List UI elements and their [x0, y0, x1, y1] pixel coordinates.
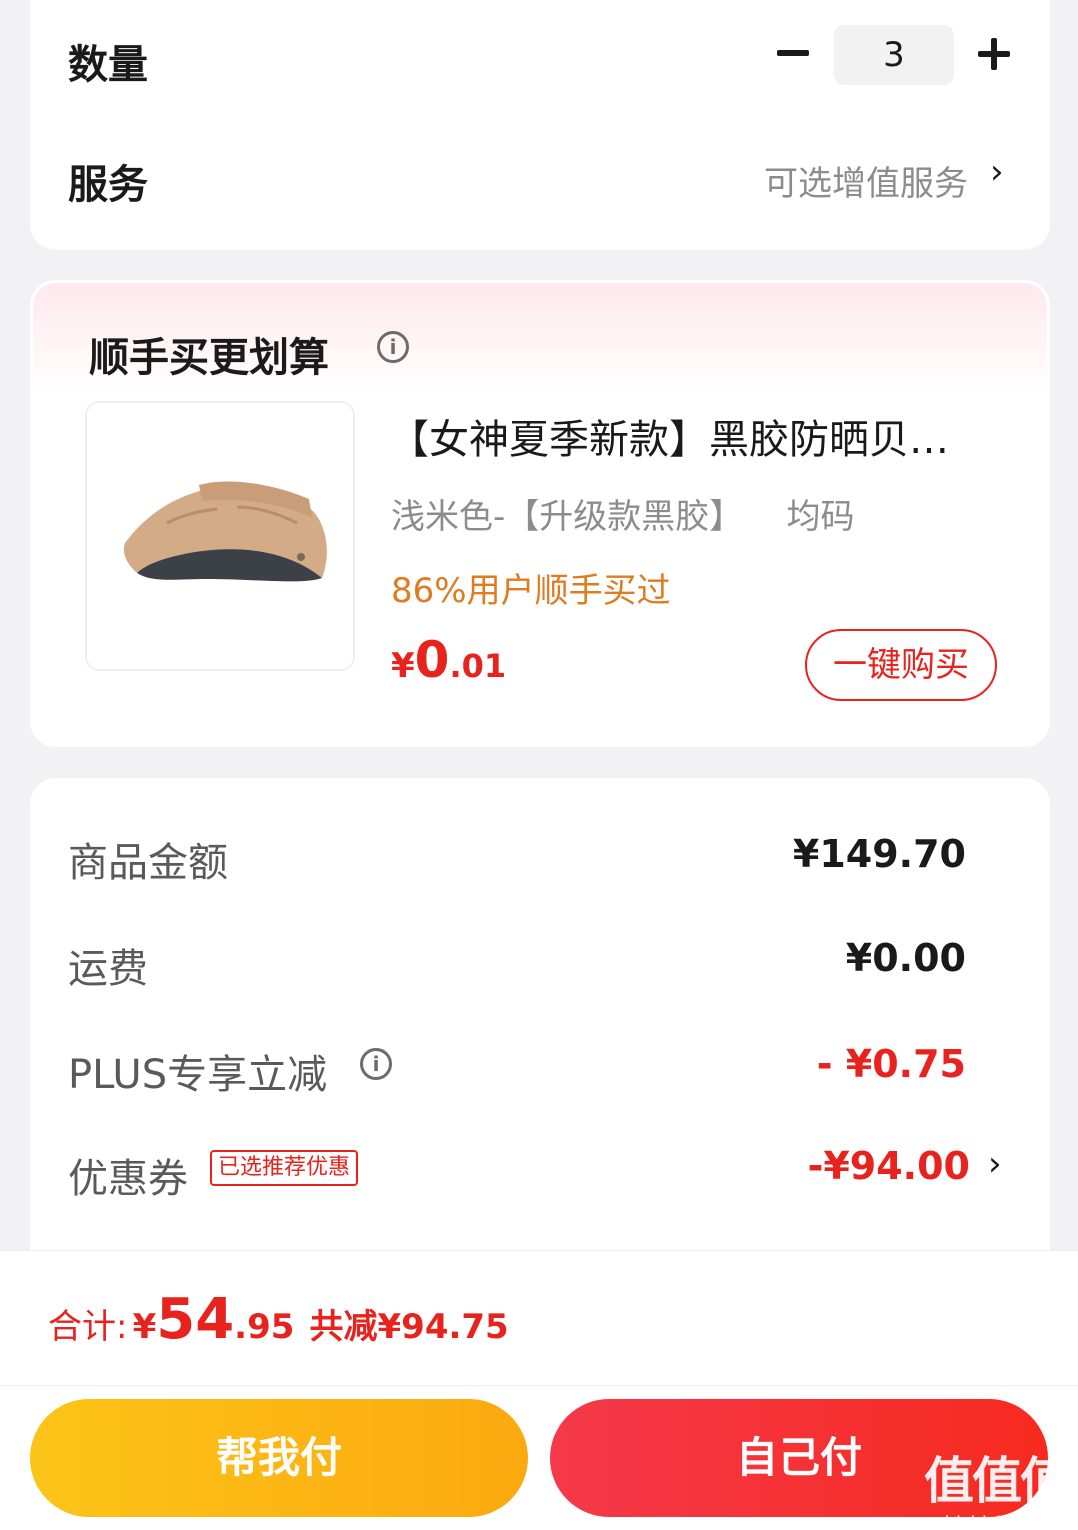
- shipping-value: ¥0.00: [845, 936, 966, 980]
- quantity-input[interactable]: 3: [834, 25, 954, 85]
- quantity-minus-button[interactable]: [777, 50, 809, 56]
- one-click-buy-button[interactable]: 一键购买: [805, 629, 997, 701]
- chevron-right-icon[interactable]: ›: [990, 152, 1004, 192]
- order-page: 数量 3 服务 可选增值服务 › 顺手买更划算 i 【女神夏季新款】黑胶防晒贝……: [0, 0, 1078, 1530]
- total-currency: ¥: [132, 1307, 157, 1347]
- quantity-service-card: 数量 3 服务 可选增值服务 ›: [30, 0, 1050, 250]
- coupon-label: 优惠券: [68, 1156, 188, 1202]
- product-image[interactable]: [85, 401, 355, 671]
- total-decimal: .95: [234, 1307, 295, 1347]
- watermark-logo: 值值值 zhizhizhi.com: [924, 1441, 1070, 1530]
- service-label: 服务: [68, 162, 148, 208]
- price-integer: 0: [414, 631, 450, 689]
- quantity-label: 数量: [68, 42, 148, 88]
- info-icon[interactable]: i: [360, 1048, 392, 1080]
- chevron-right-icon[interactable]: ›: [988, 1144, 1002, 1184]
- goods-amount-value: ¥149.70: [792, 832, 966, 876]
- help-me-pay-button[interactable]: 帮我付: [30, 1399, 528, 1517]
- divider: [0, 1385, 1078, 1386]
- product-price: ¥0.01: [391, 631, 506, 689]
- total-integer: 54: [156, 1287, 235, 1352]
- goods-amount-label: 商品金额: [68, 840, 228, 886]
- product-spec: 浅米色-【升级款黑胶】 均码: [391, 497, 855, 537]
- plus-discount-label: PLUS专享立减: [68, 1052, 328, 1098]
- service-option-link[interactable]: 可选增值服务: [764, 156, 968, 205]
- quantity-plus-button[interactable]: [978, 38, 1010, 70]
- bundle-title: 顺手买更划算: [89, 335, 329, 381]
- bundle-offer-card: 顺手买更划算 i 【女神夏季新款】黑胶防晒贝… 浅米色-【升级款黑胶】 均码 8…: [30, 280, 1050, 747]
- price-decimal: .01: [449, 647, 507, 685]
- watermark-sub: zhizhizhi.com: [935, 1513, 1057, 1530]
- shipping-label: 运费: [68, 946, 148, 992]
- purchase-stat: 86%用户顺手买过: [391, 571, 671, 611]
- total-saved: 共减¥94.75: [309, 1307, 509, 1347]
- total-amount: 合计: ¥54.95 共减¥94.75: [48, 1287, 509, 1352]
- checkout-bar: 合计: ¥54.95 共减¥94.75 帮我付 自己付 值值值 zhizhizh…: [0, 1250, 1078, 1530]
- coupon-value[interactable]: -¥94.00: [808, 1144, 970, 1188]
- plus-discount-value: - ¥0.75: [816, 1042, 966, 1086]
- coupon-selected-badge: 已选推荐优惠: [210, 1150, 359, 1186]
- info-icon[interactable]: i: [377, 331, 409, 363]
- sun-visor-hat-icon: [123, 481, 327, 582]
- price-summary-card: 商品金额 ¥149.70 运费 ¥0.00 PLUS专享立减 i - ¥0.75…: [30, 778, 1050, 1298]
- price-currency: ¥: [391, 646, 415, 686]
- total-label: 合计:: [48, 1307, 128, 1347]
- watermark-main: 值值值: [924, 1452, 1070, 1510]
- product-name[interactable]: 【女神夏季新款】黑胶防晒贝…: [389, 407, 989, 465]
